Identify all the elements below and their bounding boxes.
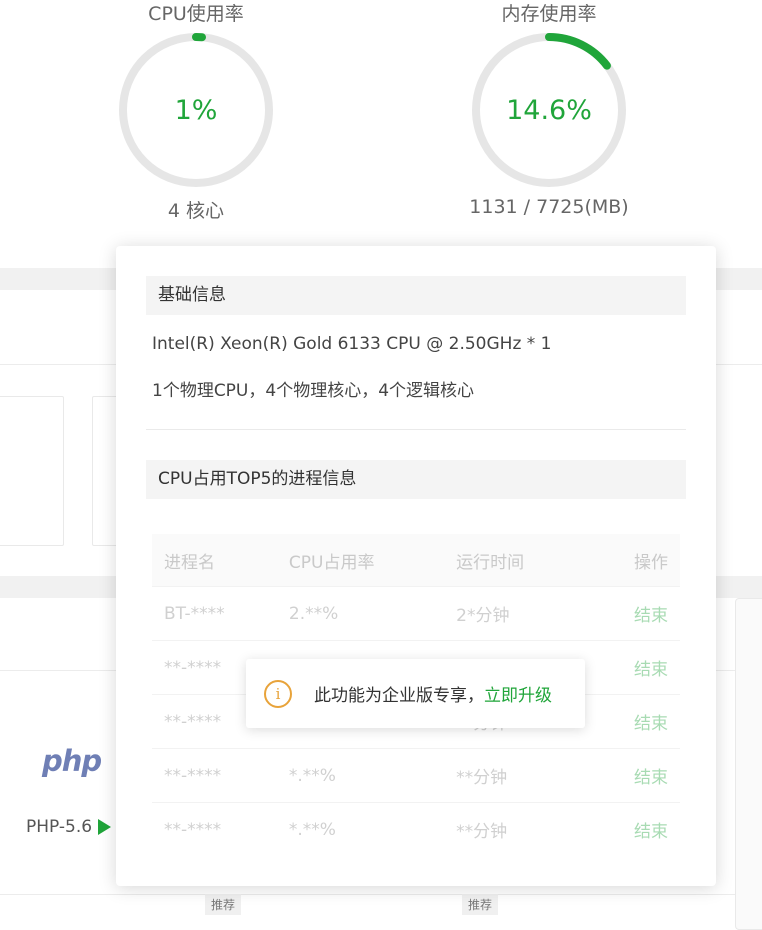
play-icon[interactable] xyxy=(98,819,112,835)
table-row: **-**** *.**% **分钟 结束 xyxy=(152,748,680,803)
popover-arrow xyxy=(146,234,170,246)
memory-usage-gauge[interactable]: 内存使用率 14.6% 1131 / 7725(MB) xyxy=(444,2,654,218)
end-process-button[interactable]: 结束 xyxy=(634,660,668,680)
cpu-usage-gauge[interactable]: CPU使用率 1% 4 核心 xyxy=(116,2,276,223)
process-name: **-**** xyxy=(152,748,277,803)
cpu-detail-popover: 基础信息 Intel(R) Xeon(R) Gold 6133 CPU @ 2.… xyxy=(116,246,716,886)
end-process-button[interactable]: 结束 xyxy=(634,822,668,842)
process-cpu: *.**% xyxy=(276,748,445,803)
popover-divider xyxy=(146,429,686,430)
process-time: 2*分钟 xyxy=(444,586,582,641)
memory-usage-detail: 1131 / 7725(MB) xyxy=(469,196,629,218)
toast-message: 此功能为企业版专享， xyxy=(314,686,484,706)
cpu-topology-text: 1个物理CPU，4个物理核心，4个逻辑核心 xyxy=(152,381,475,401)
enterprise-upgrade-toast: i 此功能为企业版专享， 立即升级 xyxy=(246,659,585,728)
cpu-model-text: Intel(R) Xeon(R) Gold 6133 CPU @ 2.50GHz… xyxy=(152,334,552,354)
basic-info-heading: 基础信息 xyxy=(146,276,686,315)
divider xyxy=(0,894,762,895)
table-row: BT-**** 2.**% 2*分钟 结束 xyxy=(152,586,680,641)
info-icon: i xyxy=(264,679,292,708)
process-name: BT-**** xyxy=(152,586,277,641)
upgrade-now-link[interactable]: 立即升级 xyxy=(484,681,552,706)
process-time: **分钟 xyxy=(444,748,582,803)
process-name: **-**** xyxy=(152,802,277,856)
end-process-button[interactable]: 结束 xyxy=(634,714,668,734)
process-time: **分钟 xyxy=(444,802,582,856)
process-cpu: *.**% xyxy=(276,802,445,856)
column-action: 操作 xyxy=(581,534,680,587)
column-run-time: 运行时间 xyxy=(444,534,582,587)
overview-card xyxy=(0,396,64,546)
memory-gauge-value: 14.6% xyxy=(506,94,592,126)
app-card xyxy=(735,598,762,930)
table-row: **-**** *.**% **分钟 结束 xyxy=(152,802,680,856)
end-process-button[interactable]: 结束 xyxy=(634,606,668,626)
column-process-name: 进程名 xyxy=(152,534,277,587)
cpu-gauge-value: 1% xyxy=(174,94,218,126)
php-version-item[interactable]: PHP-5.6 xyxy=(26,817,112,837)
end-process-button[interactable]: 结束 xyxy=(634,768,668,788)
memory-gauge-title: 内存使用率 xyxy=(501,3,597,25)
top5-process-heading: CPU占用TOP5的进程信息 xyxy=(146,460,686,499)
php-version-label: PHP-5.6 xyxy=(26,817,93,837)
column-cpu-usage: CPU占用率 xyxy=(276,534,445,587)
recommend-tag: 推荐 xyxy=(462,894,499,915)
cpu-core-count: 4 核心 xyxy=(167,200,225,222)
php-logo: php xyxy=(42,744,102,778)
table-header-row: 进程名 CPU占用率 运行时间 操作 xyxy=(152,534,680,587)
process-cpu: 2.**% xyxy=(276,586,445,641)
cpu-gauge-title: CPU使用率 xyxy=(148,3,244,25)
recommend-tag: 推荐 xyxy=(205,894,242,915)
